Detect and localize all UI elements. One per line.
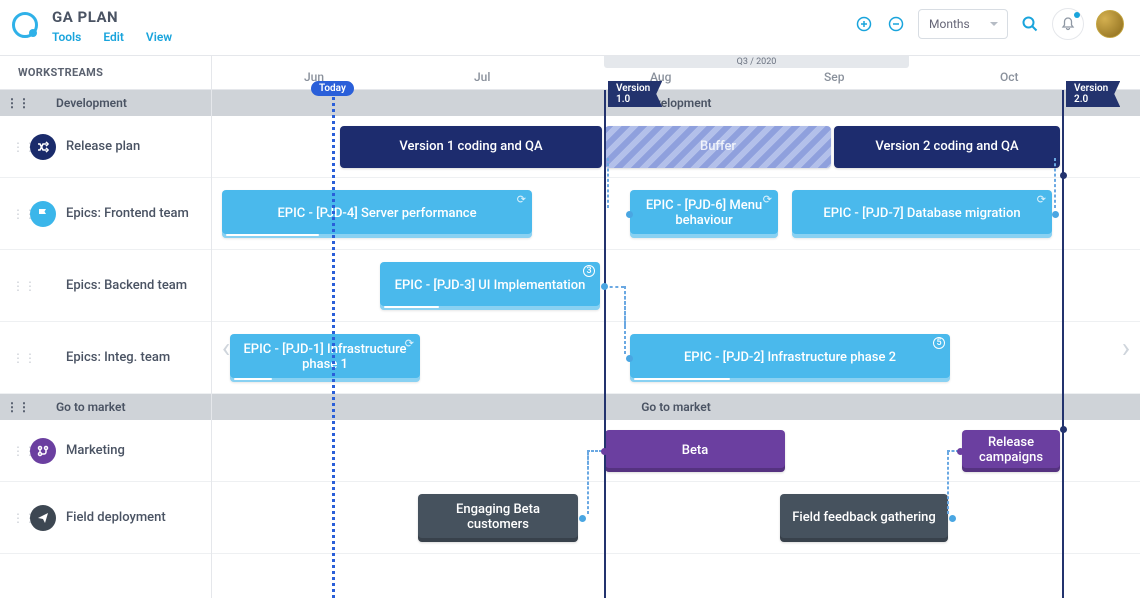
row-release-plan[interactable]: ⋮⋮ Release plan (0, 116, 211, 178)
progress-bar (226, 234, 319, 236)
branch-icon (30, 438, 56, 464)
month-label: Jul (474, 70, 490, 84)
menu-view[interactable]: View (146, 30, 172, 44)
bar-epic-pjd6[interactable]: EPIC - [PJD-6] Menu behaviour ⟳ (630, 190, 778, 238)
menu-edit[interactable]: Edit (103, 30, 124, 44)
milestone-v1[interactable]: Version 1.0 (608, 81, 662, 107)
page-title: GA PLAN (52, 8, 172, 26)
progress-bar (384, 306, 439, 308)
progress-bar (234, 378, 272, 380)
drag-handle-icon[interactable]: ⋮⋮ (12, 279, 20, 293)
bar-epic-pjd3[interactable]: EPIC - [PJD-3] UI Implementation 3 (380, 262, 600, 310)
bar-beta[interactable]: Beta (605, 430, 785, 472)
zoom-select-value: Months (929, 17, 970, 31)
group-development[interactable]: ⋮⋮ Development (0, 90, 211, 116)
bar-field-feedback[interactable]: Field feedback gathering (780, 494, 948, 542)
drag-handle-icon[interactable]: ⋮⋮ (12, 444, 20, 458)
connector-dot (579, 515, 586, 522)
sync-icon: ⟳ (405, 338, 414, 351)
connector-dot (1060, 426, 1067, 433)
sync-icon: ⟳ (517, 194, 526, 207)
sync-icon: ⟳ (763, 194, 772, 207)
row-marketing[interactable]: ⋮⋮ Marketing (0, 420, 211, 482)
connector-dot (1052, 211, 1059, 218)
group-gtm[interactable]: ⋮⋮ Go to market (0, 394, 211, 420)
menu-tools[interactable]: Tools (52, 30, 81, 44)
app-logo[interactable] (12, 12, 38, 38)
milestone-v2[interactable]: Version 2.0 (1066, 81, 1120, 107)
count-badge: 5 (933, 337, 945, 349)
connector-dot (601, 283, 608, 290)
bar-buffer[interactable]: Buffer (605, 126, 831, 168)
count-badge: 3 (583, 265, 595, 277)
zoom-in-icon[interactable] (854, 14, 874, 34)
row-backend[interactable]: ⋮⋮ Epics: Backend team (0, 250, 211, 322)
connector-dot (626, 355, 633, 362)
send-icon (30, 505, 56, 531)
connector-dot (949, 515, 956, 522)
notifications-icon[interactable] (1052, 8, 1084, 40)
group-label: Development (56, 96, 127, 110)
drag-handle-icon[interactable]: ⋮⋮ (12, 207, 20, 221)
group-label: Go to market (56, 400, 126, 414)
row-integ[interactable]: ⋮⋮ Epics: Integ. team (0, 322, 211, 394)
scroll-left-icon[interactable]: ‹ (212, 327, 240, 367)
connector-dot (1060, 172, 1067, 179)
group-label: Go to market (641, 400, 711, 414)
avatar[interactable] (1096, 10, 1124, 38)
bar-release-campaigns[interactable]: Release campaigns (962, 430, 1060, 472)
workstreams-header: WORKSTREAMS (0, 56, 211, 90)
drag-handle-icon[interactable]: ⋮⋮ (12, 351, 20, 365)
row-frontend[interactable]: ⋮⋮ Epics: Frontend team (0, 178, 211, 250)
row-field[interactable]: ⋮⋮ Field deployment (0, 482, 211, 554)
month-label: Sep (824, 70, 844, 84)
bar-v2-coding[interactable]: Version 2 coding and QA (834, 126, 1060, 168)
drag-handle-icon[interactable]: ⋮⋮ (6, 96, 30, 110)
timeline-group-gtm: Go to market (212, 394, 1140, 420)
zoom-select[interactable]: Months (918, 9, 1008, 39)
connector-dot (601, 448, 608, 455)
drag-handle-icon[interactable]: ⋮⋮ (12, 140, 20, 154)
bar-v1-coding[interactable]: Version 1 coding and QA (340, 126, 602, 168)
row-label: Epics: Integ. team (66, 350, 170, 365)
sync-icon: ⟳ (1037, 194, 1046, 207)
search-icon[interactable] (1020, 14, 1040, 34)
row-label: Release plan (66, 139, 140, 154)
row-label: Epics: Frontend team (66, 206, 189, 221)
month-label: Oct (1000, 70, 1019, 84)
bar-engaging-beta[interactable]: Engaging Beta customers (418, 494, 578, 542)
zoom-out-icon[interactable] (886, 14, 906, 34)
row-label: Epics: Backend team (66, 278, 187, 293)
bar-epic-pjd2[interactable]: EPIC - [PJD-2] Infrastructure phase 2 5 (630, 334, 950, 382)
scroll-right-icon[interactable]: › (1112, 327, 1140, 367)
row-label: Field deployment (66, 510, 166, 525)
flag-icon (30, 201, 56, 227)
progress-bar (634, 378, 730, 380)
today-marker[interactable]: Today (311, 81, 354, 96)
bar-epic-pjd4[interactable]: EPIC - [PJD-4] Server performance ⟳ (222, 190, 532, 238)
connector-dot (626, 211, 633, 218)
quarter-label: Q3 / 2020 (604, 56, 909, 68)
row-label: Marketing (66, 443, 125, 458)
drag-handle-icon[interactable]: ⋮⋮ (6, 400, 30, 414)
bar-epic-pjd7[interactable]: EPIC - [PJD-7] Database migration ⟳ (792, 190, 1052, 238)
bar-epic-pjd1[interactable]: EPIC - [PJD-1] Infrastructure phase 1 ⟳ (230, 334, 420, 382)
shuffle-icon (30, 134, 56, 160)
connector-dot (957, 448, 964, 455)
drag-handle-icon[interactable]: ⋮⋮ (12, 511, 20, 525)
